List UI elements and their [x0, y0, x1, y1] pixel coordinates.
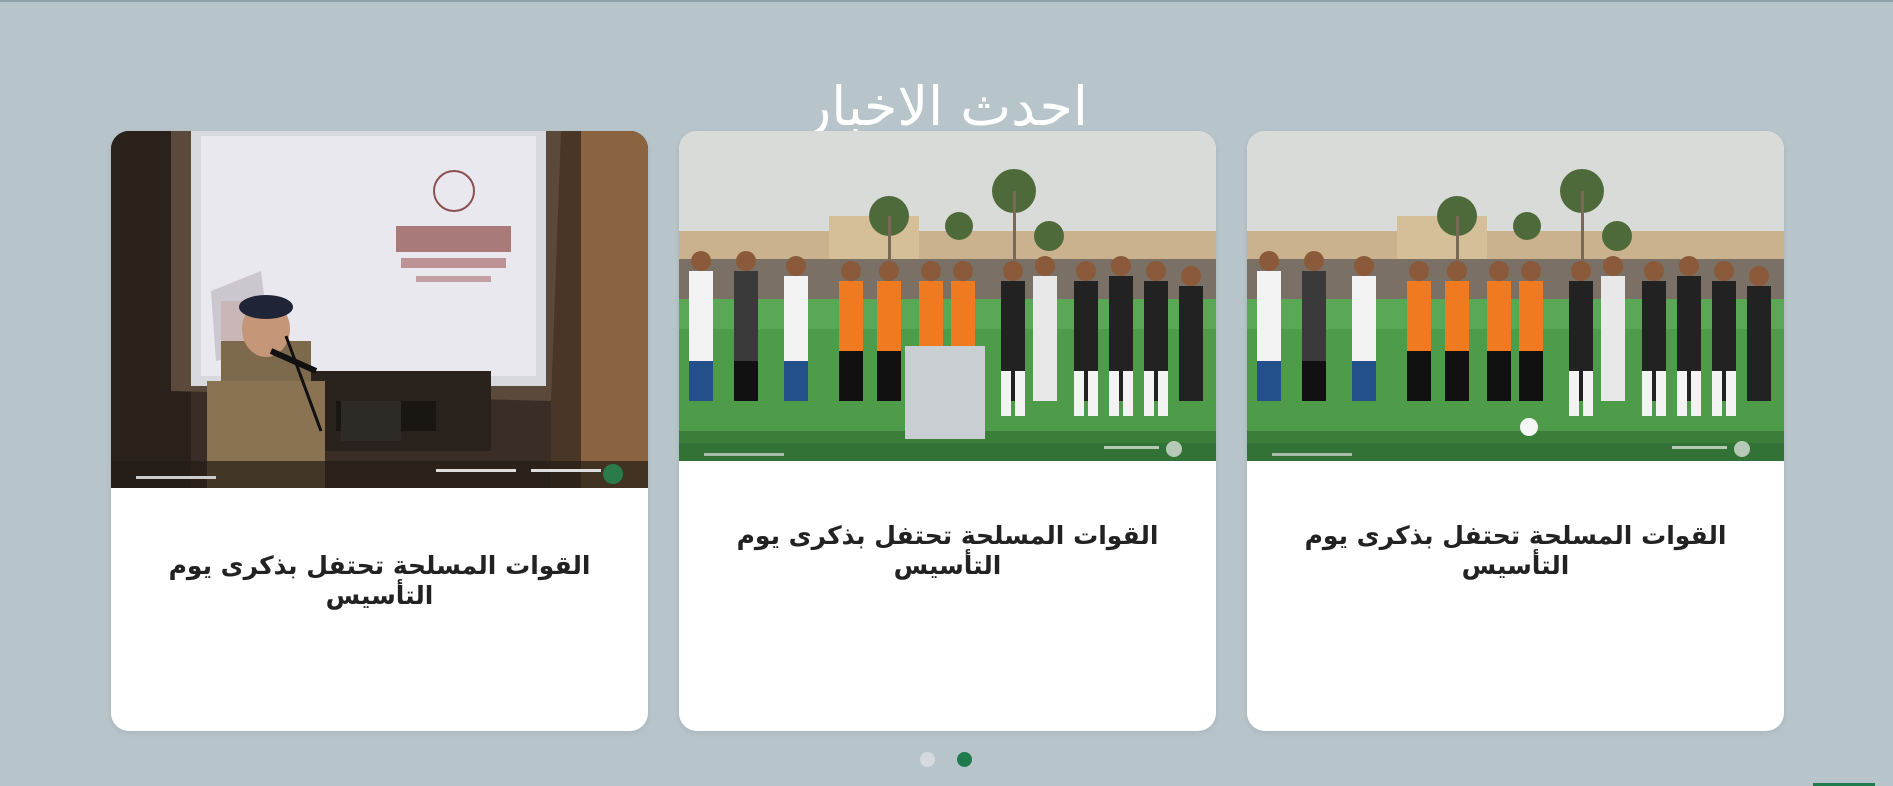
news-image[interactable]	[111, 131, 648, 488]
news-image[interactable]	[1247, 131, 1784, 461]
carousel-pagination	[920, 752, 980, 768]
pagination-dot-2-active[interactable]	[957, 752, 972, 767]
pagination-dot-1[interactable]	[920, 752, 935, 767]
top-border	[0, 0, 1893, 2]
news-card[interactable]: القوات المسلحة تحتفل بذكرى يوم التأسيس	[1247, 131, 1784, 731]
section-title: احدث الاخبار	[805, 74, 1088, 138]
news-card-title[interactable]: القوات المسلحة تحتفل بذكرى يوم التأسيس	[1287, 521, 1744, 581]
news-card-title[interactable]: القوات المسلحة تحتفل بذكرى يوم التأسيس	[151, 551, 608, 611]
image-placeholder	[905, 346, 985, 439]
news-card[interactable]: القوات المسلحة تحتفل بذكرى يوم التأسيس	[111, 131, 648, 731]
news-image[interactable]	[679, 131, 1216, 461]
news-card[interactable]: القوات المسلحة تحتفل بذكرى يوم التأسيس	[679, 131, 1216, 731]
news-card-title[interactable]: القوات المسلحة تحتفل بذكرى يوم التأسيس	[719, 521, 1176, 581]
